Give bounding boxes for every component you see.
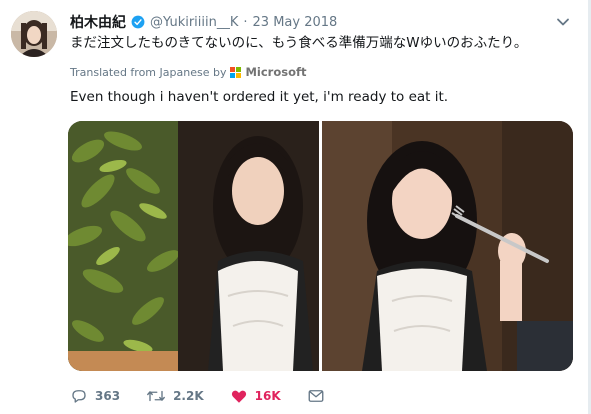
retweet-button[interactable]: 2.2K [146, 387, 204, 405]
retweet-icon [147, 390, 165, 402]
display-name[interactable]: 柏木由紀 [70, 12, 126, 32]
tweet-actions: 363 2.2K 16K [70, 385, 351, 407]
tweet-header: 柏木由紀 @Yukiriiiin__K · 23 May 2018 [70, 12, 551, 32]
like-button[interactable]: 16K [230, 387, 281, 405]
translation-attribution: Translated from Japanese by Microsoft [70, 64, 307, 80]
reply-button[interactable]: 363 [70, 387, 120, 405]
translated-from-label: Translated from Japanese by [70, 65, 227, 79]
tweet-date[interactable]: 23 May 2018 [253, 15, 338, 30]
microsoft-logo-icon [230, 66, 242, 78]
photo-right[interactable] [321, 121, 573, 371]
reply-icon [72, 390, 86, 403]
translated-text: Even though i haven't ordered it yet, i'… [70, 89, 449, 105]
separator: · [243, 14, 248, 30]
handle[interactable]: @Yukiriiiin__K [150, 15, 238, 30]
photo-left[interactable] [68, 121, 320, 371]
chevron-down-icon[interactable] [555, 14, 571, 30]
media-grid [68, 121, 573, 371]
retweet-count: 2.2K [173, 389, 204, 403]
tweet-text: まだ注文したものきてないのに、もう食べる準備万端なWゆいのおふたり。 [70, 35, 528, 51]
verified-badge-icon [131, 15, 145, 29]
like-icon [231, 390, 246, 403]
translator-name[interactable]: Microsoft [245, 65, 306, 79]
dm-icon [308, 390, 324, 402]
avatar[interactable] [11, 11, 57, 57]
like-count: 16K [254, 389, 281, 403]
reply-count: 363 [95, 389, 121, 403]
dm-button[interactable] [307, 387, 325, 405]
